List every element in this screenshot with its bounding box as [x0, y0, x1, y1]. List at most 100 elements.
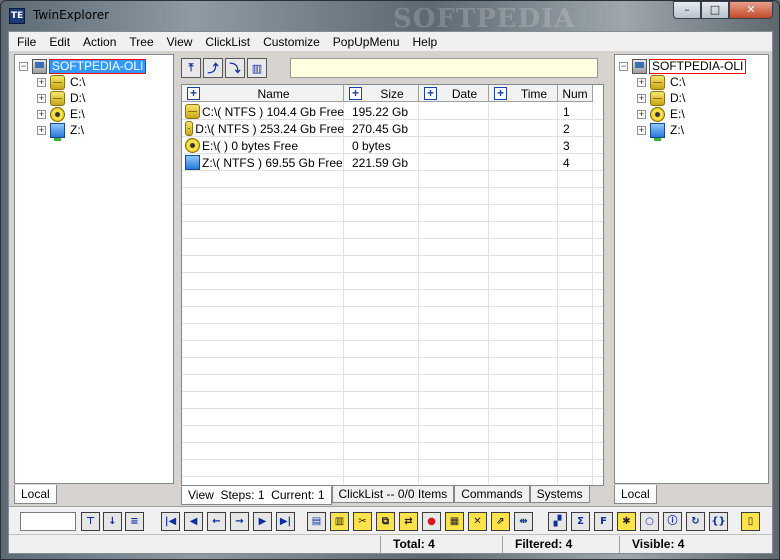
add-column-icon[interactable]: +: [494, 87, 507, 100]
expand-icon[interactable]: +: [637, 125, 646, 135]
down-folder-icon[interactable]: ⤵: [225, 58, 245, 78]
col-name[interactable]: + Name: [182, 85, 344, 102]
refresh-icon[interactable]: ↻: [686, 512, 705, 531]
options-icon[interactable]: ≡: [125, 512, 144, 531]
last-icon[interactable]: ▶|: [276, 512, 295, 531]
sum-icon[interactable]: Σ: [571, 512, 590, 531]
tree-root[interactable]: − SOFTPEDIA-OLI: [19, 58, 147, 74]
collapse-icon[interactable]: −: [19, 61, 28, 71]
find-icon[interactable]: F: [594, 512, 613, 531]
go-root-icon[interactable]: ⤒: [181, 58, 201, 78]
col-label: Name: [257, 86, 290, 101]
drive-label: C:\: [670, 75, 686, 89]
tree-item-c[interactable]: + C:\: [637, 74, 685, 90]
tab-clicklist[interactable]: ClickList -- 0/0 Items: [331, 486, 455, 503]
menu-clicklist[interactable]: ClickList: [199, 32, 257, 51]
expand-icon[interactable]: +: [37, 77, 46, 87]
tree-item-d[interactable]: + D:\: [37, 90, 85, 106]
add-column-icon[interactable]: +: [187, 87, 200, 100]
tree-item-e[interactable]: + E:\: [37, 106, 85, 122]
file-list[interactable]: + Name + Size + Date + Time Num C:\(NTF…: [181, 84, 604, 486]
menu-tree[interactable]: Tree: [123, 32, 160, 51]
left-tree[interactable]: − SOFTPEDIA-OLI + C:\ + D:\ + E:\ + Z:\: [14, 54, 174, 484]
root-label[interactable]: SOFTPEDIA-OLI: [649, 58, 747, 74]
table-row[interactable]: C:\( NTFS ) 104.4 Gb Free 195.22 Gb 1: [182, 103, 593, 120]
menu-file[interactable]: File: [11, 32, 43, 51]
properties-icon[interactable]: ▤: [307, 512, 326, 531]
menu-help[interactable]: Help: [407, 32, 445, 51]
add-column-icon[interactable]: +: [424, 87, 437, 100]
minimize-button[interactable]: –: [673, 1, 701, 19]
title-bar[interactable]: TE TwinExplorer SOFTPEDIA – □ ✕: [1, 1, 779, 34]
cell-size: 195.22 Gb: [352, 104, 409, 119]
tree-item-d[interactable]: + D:\: [637, 90, 685, 106]
right-tree[interactable]: − SOFTPEDIA-OLI + C:\ + D:\ + E:\ + Z:\: [614, 54, 769, 484]
expand-icon[interactable]: +: [637, 109, 646, 119]
sort-icon[interactable]: ↓: [103, 512, 122, 531]
tree-item-c[interactable]: + C:\: [37, 74, 85, 90]
forward-icon[interactable]: →: [230, 512, 249, 531]
col-time[interactable]: + Time: [489, 85, 558, 102]
filter-icon[interactable]: ⊤: [81, 512, 100, 531]
col-size[interactable]: + Size: [344, 85, 419, 102]
brackets-icon[interactable]: {}: [709, 512, 728, 531]
app-icon[interactable]: TE: [9, 8, 25, 24]
delete-icon[interactable]: ▥: [247, 58, 267, 78]
path-box[interactable]: [290, 58, 598, 78]
expand-icon[interactable]: +: [637, 93, 646, 103]
computer-icon: [32, 58, 47, 74]
collapse-icon[interactable]: −: [619, 61, 628, 71]
next-icon[interactable]: ▶: [253, 512, 272, 531]
right-tab-local[interactable]: Local: [614, 485, 657, 504]
copy-icon[interactable]: ⧉: [376, 512, 395, 531]
tree-item-z[interactable]: + Z:\: [637, 122, 684, 141]
col-date[interactable]: + Date: [419, 85, 489, 102]
stop-icon[interactable]: ●: [422, 512, 441, 531]
delete-icon[interactable]: ✕: [468, 512, 487, 531]
menu-action[interactable]: Action: [77, 32, 123, 51]
cd-icon: [650, 106, 665, 122]
expand-icon[interactable]: +: [37, 109, 46, 119]
maximize-button[interactable]: □: [701, 1, 729, 19]
tab-view[interactable]: View Steps: 1 Current: 1: [181, 486, 332, 505]
info-icon[interactable]: ⓘ: [663, 512, 682, 531]
tools-icon[interactable]: ✱: [617, 512, 636, 531]
tab-systems[interactable]: Systems: [529, 486, 590, 503]
cut-icon[interactable]: ✂: [353, 512, 372, 531]
col-label: Num: [562, 86, 588, 101]
expand-icon[interactable]: +: [37, 93, 46, 103]
client-area: File Edit Action Tree View ClickList Cus…: [8, 31, 773, 554]
menu-customize[interactable]: Customize: [257, 32, 327, 51]
compare-icon[interactable]: ⇹: [514, 512, 533, 531]
tree-root[interactable]: − SOFTPEDIA-OLI: [619, 58, 747, 74]
exit-icon[interactable]: ▯: [741, 512, 760, 531]
table-row[interactable]: E:\( ) 0 bytes Free 0 bytes 3: [182, 137, 593, 154]
close-button[interactable]: ✕: [729, 1, 773, 19]
recycle-icon[interactable]: ▥: [330, 512, 349, 531]
archive-icon[interactable]: ▦: [445, 512, 464, 531]
hdd-icon: [650, 74, 665, 90]
back-icon[interactable]: ←: [207, 512, 226, 531]
expand-icon[interactable]: +: [637, 77, 646, 87]
command-input[interactable]: [20, 512, 76, 531]
tree-item-e[interactable]: + E:\: [637, 106, 685, 122]
table-row[interactable]: Z:\( NTFS ) 69.55 Gb Free 221.59 Gb 4: [182, 154, 593, 171]
swap-icon[interactable]: ⇄: [399, 512, 418, 531]
grid-icon[interactable]: ▞: [548, 512, 567, 531]
root-label[interactable]: SOFTPEDIA-OLI: [49, 58, 147, 74]
tree-item-z[interactable]: + Z:\: [37, 122, 84, 141]
menu-popupmenu[interactable]: PopUpMenu: [327, 32, 407, 51]
col-num[interactable]: Num: [558, 85, 593, 102]
first-icon[interactable]: |◀: [161, 512, 180, 531]
menu-view[interactable]: View: [161, 32, 200, 51]
up-folder-icon[interactable]: ⤴: [203, 58, 223, 78]
prev-icon[interactable]: ◀: [184, 512, 203, 531]
move-icon[interactable]: ⇗: [491, 512, 510, 531]
add-column-icon[interactable]: +: [349, 87, 362, 100]
table-row[interactable]: D:\( NTFS ) 253.24 Gb Free 270.45 Gb 2: [182, 120, 593, 137]
left-tab-local[interactable]: Local: [14, 485, 57, 504]
menu-edit[interactable]: Edit: [43, 32, 77, 51]
tab-commands[interactable]: Commands: [454, 486, 530, 503]
circle-icon[interactable]: ○: [640, 512, 659, 531]
expand-icon[interactable]: +: [37, 125, 46, 135]
